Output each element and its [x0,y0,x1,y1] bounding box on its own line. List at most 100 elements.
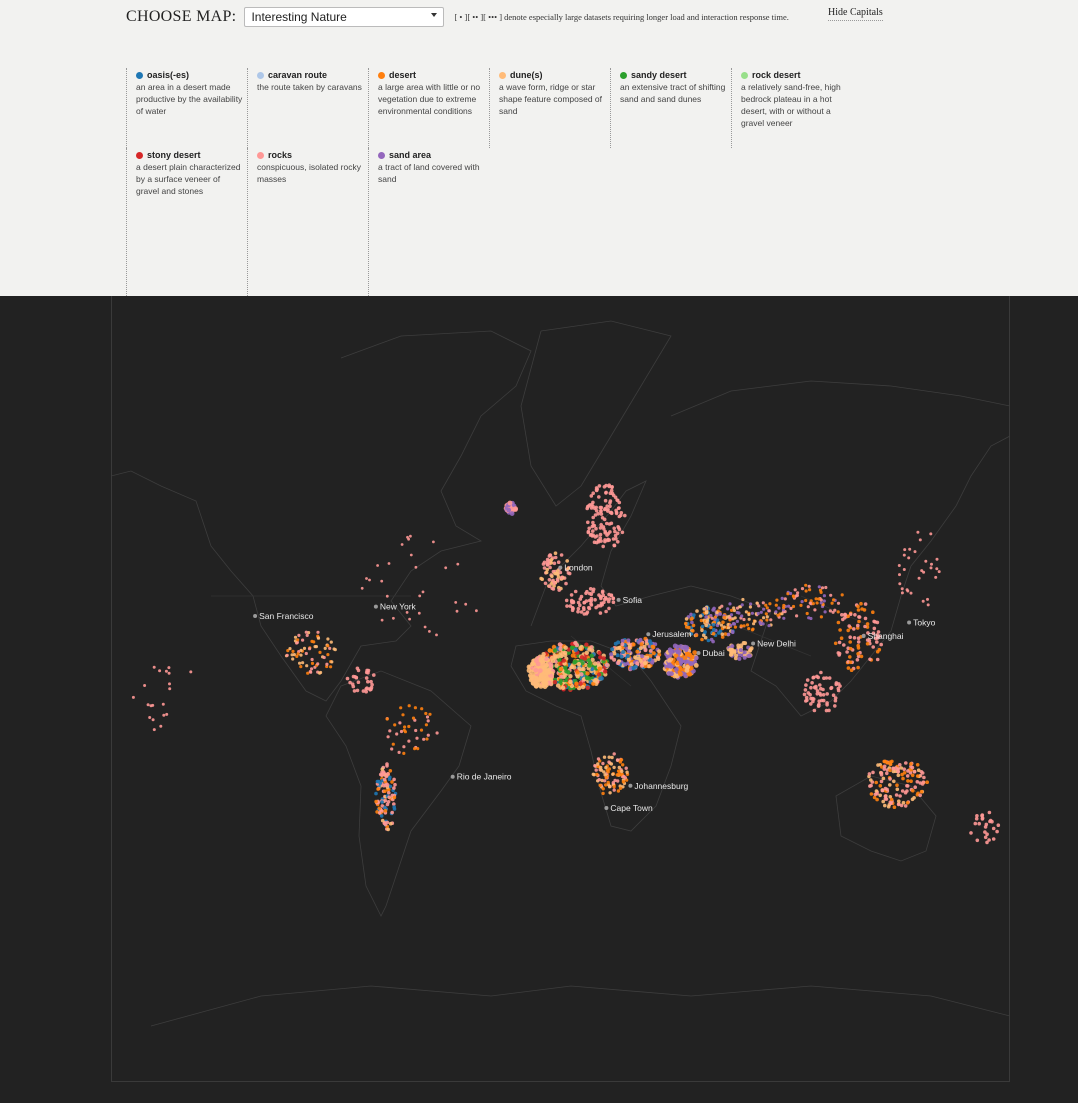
map-select[interactable]: Interesting Nature [244,7,445,27]
city-dot [373,604,378,609]
nature-point [603,669,608,674]
nature-point [909,779,913,783]
nature-point [742,655,747,660]
legend-item[interactable]: dune(s) a wave form, ridge or star shape… [489,68,610,148]
hide-capitals-button[interactable]: Hide Capitals [828,7,883,21]
city-marker[interactable]: New Delhi [751,639,796,649]
nature-point [869,792,874,796]
city-marker[interactable]: Shanghai [861,631,904,641]
nature-point [617,514,622,519]
nature-point [816,675,820,680]
nature-point [840,593,844,597]
nature-point [475,609,478,613]
legend-item[interactable]: sand area a tract of land covered with s… [368,148,489,302]
nature-point [596,604,601,608]
nature-point [768,602,772,606]
city-marker[interactable]: Johannesburg [628,781,689,791]
nature-point [573,640,578,646]
nature-point [842,643,846,647]
city-marker[interactable]: Jerusalem [646,629,692,639]
city-marker[interactable]: San Francisco [253,611,314,621]
nature-point [507,500,513,506]
nature-point [688,661,694,666]
nature-point [364,676,369,680]
nature-point [747,627,751,631]
nature-point [586,520,590,525]
legend-item[interactable]: stony desert a desert plain characterize… [126,148,247,302]
nature-point [910,773,915,778]
nature-point [506,507,511,513]
nature-point [592,661,598,666]
nature-point [769,618,773,622]
city-marker[interactable]: Cape Town [604,803,653,813]
nature-point [905,784,910,788]
nature-point [143,684,147,687]
nature-point [837,682,841,686]
nature-point [564,581,568,586]
nature-point [612,765,616,770]
nature-point [761,601,765,605]
nature-point [730,630,735,634]
nature-point [678,671,683,677]
legend: oasis(-es) an area in a desert made prod… [126,68,986,302]
nature-point [739,643,744,648]
world-map[interactable]: San Francisco New York London Sofia Jerusale… [111,296,1010,1082]
nature-point [168,682,171,686]
nature-point [859,654,864,659]
nature-point [609,511,614,516]
nature-point [900,772,904,777]
nature-point [164,669,168,673]
nature-point [597,672,602,677]
legend-item[interactable]: desert a large area with little or no ve… [368,68,489,148]
legend-item[interactable]: rock desert a relatively sand-free, high… [731,68,852,148]
nature-point [387,795,392,799]
map-chooser-bar: CHOOSE MAP: Interesting Nature [ • ][ ••… [126,5,789,29]
legend-desc: a large area with little or no vegetatio… [378,82,481,116]
nature-point [316,630,320,634]
legend-item[interactable]: oasis(-es) an area in a desert made prod… [126,68,247,148]
nature-point [883,786,888,791]
nature-point [702,607,706,611]
nature-point [896,769,900,774]
city-marker[interactable]: Rio de Janeiro [450,772,512,782]
nature-point [576,661,582,667]
nature-point [547,648,553,653]
nature-point [819,686,823,691]
city-dot [696,651,701,655]
nature-point [582,600,587,605]
city-marker[interactable]: New York [373,602,417,612]
nature-point [385,762,389,766]
city-dot [558,565,563,570]
nature-point [758,620,762,624]
nature-point [910,765,915,770]
nature-point [386,827,391,832]
nature-point [782,616,786,620]
nature-point [529,669,534,675]
city-marker[interactable]: Tokyo [907,618,936,628]
nature-point [676,656,682,662]
nature-point [814,686,818,690]
nature-point [848,635,852,639]
legend-item[interactable]: rocks conspicuous, isolated rocky masses [247,148,368,302]
nature-point [421,590,425,594]
nature-point [774,603,778,607]
legend-dot [378,71,385,79]
nature-point [325,662,329,666]
nature-point [542,665,547,671]
map-panel[interactable]: San Francisco New York London Sofia Jerusale… [0,296,1078,1103]
nature-point [360,586,364,590]
legend-dot [257,71,264,79]
city-marker[interactable]: London [558,563,593,573]
nature-point [575,670,580,675]
city-marker[interactable]: Dubai [696,648,725,658]
nature-point [825,692,829,696]
legend-item[interactable]: sandy desert an extensive tract of shift… [610,68,731,148]
city-marker[interactable]: Sofia [616,595,643,605]
nature-point [690,616,694,621]
legend-item[interactable]: caravan route the route taken by caravan… [247,68,368,148]
nature-point [838,628,842,632]
nature-point [700,624,705,629]
nature-point [424,723,428,727]
nature-point [425,715,430,719]
nature-point [911,788,915,793]
